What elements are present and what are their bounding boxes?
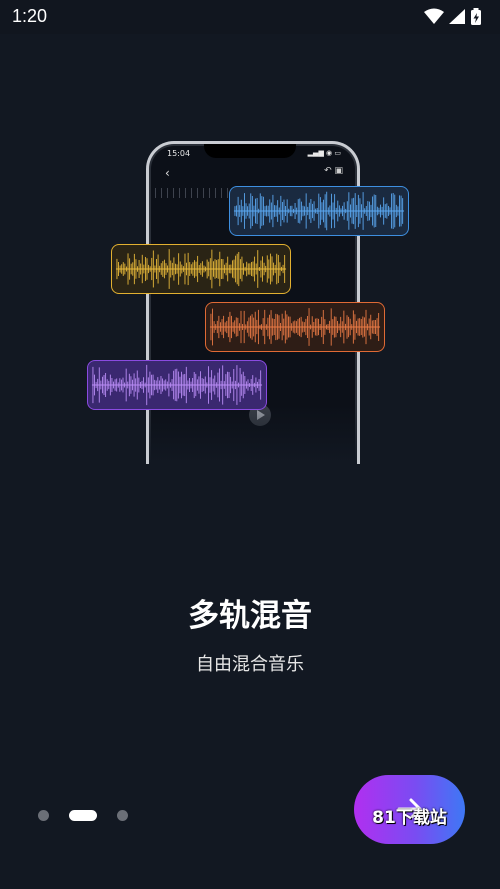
page-subtitle: 自由混合音乐 (196, 654, 304, 675)
status-bar: 1:20 (0, 0, 500, 34)
page-dot-3 (117, 810, 128, 821)
page-dot-1 (38, 810, 49, 821)
phone-time: 15:04 (167, 149, 191, 158)
purple-track (87, 360, 267, 410)
phone-back-icon: ‹ (165, 166, 170, 180)
battery-charging-icon (471, 8, 481, 25)
phone-status-icons: ▂▄▆ ◉ ▭ (307, 149, 341, 157)
next-button[interactable]: 81下载站 (354, 775, 465, 844)
blue-track (229, 186, 409, 236)
page-dot-2 (69, 810, 97, 821)
signal-icon (449, 9, 465, 24)
yellow-track (111, 244, 291, 294)
watermark-label: 81下载站 (372, 808, 447, 828)
phone-toolbar-icons: ↶ ▣ (324, 166, 343, 176)
orange-track (205, 302, 385, 352)
status-time: 1:20 (12, 6, 48, 26)
phone-notch (204, 144, 296, 158)
wifi-icon (424, 8, 444, 24)
status-icons (424, 8, 486, 26)
page-title: 多轨混音 (188, 598, 312, 634)
